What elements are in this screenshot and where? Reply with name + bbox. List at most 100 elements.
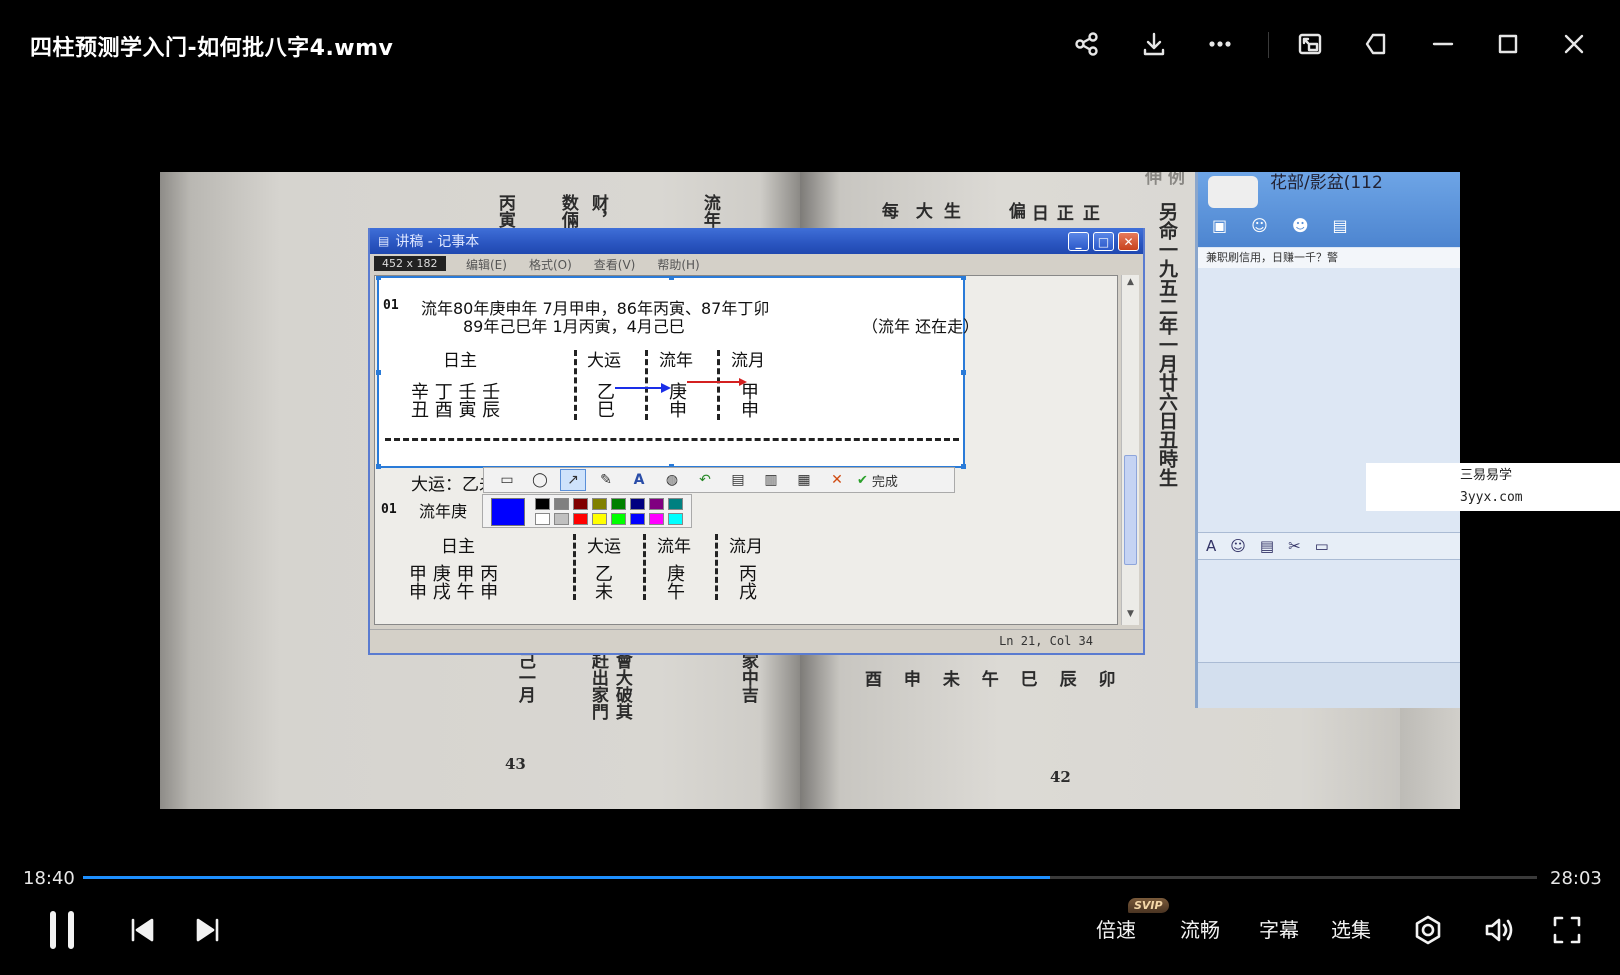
video-frame[interactable]: 丙寅 数倆 财， 流年 己一月 赶出家門 會大破其 家中吉 43 42 每 大 … [160,172,1460,809]
notepad-text-area[interactable]: 01 流年80年庚申年 7月甲申，86年丙寅、87年丁卯 89年己巳年 1月丙寅… [374,275,1118,625]
done-label: 完成 [871,474,898,490]
screenshot-icon[interactable]: ✂ [1288,537,1301,555]
pin-icon[interactable] [1356,24,1396,64]
menu-view[interactable]: 查看(V) [594,256,636,273]
subtitle-button[interactable]: 字幕 [1259,914,1299,943]
titlebar-divider [1268,32,1269,58]
text-tool-icon[interactable]: A [626,469,652,491]
line-index: 01 [381,502,397,517]
book-text: 数倆 [557,194,578,228]
color-swatch[interactable] [573,498,588,510]
book-text: 正 [1052,204,1073,221]
rectangle-tool-icon[interactable]: ▭ [494,469,520,491]
more-icon[interactable] [1200,24,1240,64]
fullscreen-button[interactable] [1547,908,1587,952]
color-swatch[interactable] [630,498,645,510]
menu-edit[interactable]: 编辑(E) [466,256,507,273]
menu-format[interactable]: 格式(O) [529,256,572,273]
maximize-icon[interactable] [1488,24,1528,64]
close-icon[interactable] [1554,24,1594,64]
progress-fill [83,876,1050,879]
record-icon[interactable]: ▭ [1315,537,1329,555]
undo-tool-icon[interactable]: ↶ [692,469,718,491]
done-button[interactable]: ✔ 完成 [857,471,898,490]
book-text: 丙寅 [494,194,515,228]
scroll-up-icon[interactable]: ▲ [1124,277,1137,291]
brush-tool-icon[interactable]: ✎ [593,469,619,491]
screenshot-selection[interactable]: 01 流年80年庚申年 7月甲申，86年丙寅、87年丁卯 89年己巳年 1月丙寅… [376,276,979,469]
site-watermark: 三易易学 3yyx.com [1366,463,1620,511]
liunian-branch: 午 [667,582,685,603]
notepad-minimize-button[interactable]: _ [1068,232,1089,251]
qq-header: 花部/影盆(112 ▣ ☺ ☻ ▤ [1198,172,1460,247]
color-swatch[interactable] [592,513,607,525]
liunian-branch: 申 [669,400,687,421]
color-swatch[interactable] [535,498,550,510]
watermark-line-1: 三易易学 [1460,468,1513,483]
image-icon[interactable]: ▤ [1260,537,1274,555]
branches-row: 申 戌 午 申 [409,582,499,603]
app-icon[interactable]: ▤ [1333,216,1348,235]
current-color-swatch [491,498,525,526]
notepad-close-button[interactable]: ✕ [1118,232,1139,251]
page-number: 43 [505,755,526,773]
scroll-down-icon[interactable]: ▼ [1124,609,1137,623]
color-swatch[interactable] [668,513,683,525]
speed-button[interactable]: 倍速 [1096,914,1136,943]
column-divider [574,350,577,420]
minimize-icon[interactable] [1423,24,1463,64]
emoji-icon[interactable]: ☺ [1230,537,1246,555]
contacts-icon[interactable]: ☺ [1251,216,1268,235]
copy-tool-icon[interactable]: ▥ [758,469,784,491]
cat-avatar [1208,176,1258,208]
save-tool-icon[interactable]: ▤ [725,469,751,491]
column-divider [573,534,576,600]
arrow-tool-icon[interactable]: ↗ [560,469,586,491]
liunian-line: 流年庚 [419,502,468,521]
book-text: 己一月 [514,652,535,703]
notepad-window[interactable]: ▤ 讲稿 - 记事本 _ □ ✕ 编辑(E) 格式(O) 查看(V) 帮助(H)… [368,228,1145,655]
scroll-thumb[interactable] [1124,455,1137,565]
color-swatch[interactable] [611,513,626,525]
progress-bar[interactable] [83,876,1537,879]
pip-icon[interactable] [1290,24,1330,64]
color-swatch[interactable] [535,513,550,525]
notepad-scrollbar[interactable]: ▲ ▼ [1121,275,1139,625]
color-swatch[interactable] [611,498,626,510]
mosaic-tool-icon[interactable]: ◍ [659,469,685,491]
notepad-maximize-button[interactable]: □ [1093,232,1114,251]
color-swatch[interactable] [592,498,607,510]
color-swatch[interactable] [573,513,588,525]
volume-button[interactable] [1479,908,1519,952]
color-swatch[interactable] [554,498,569,510]
color-swatch[interactable] [649,498,664,510]
ellipse-tool-icon[interactable]: ◯ [527,469,553,491]
color-swatch[interactable] [554,513,569,525]
book-text: 偏 [1004,202,1025,219]
menu-help[interactable]: 帮助(H) [657,256,699,273]
header-liunian: 流年 [659,351,693,371]
user-icon[interactable]: ☻ [1292,216,1309,235]
episodes-button[interactable]: 选集 [1331,914,1371,943]
line-index: 01 [383,298,399,313]
send-tool-icon[interactable]: ▦ [791,469,817,491]
color-swatch[interactable] [649,513,664,525]
cancel-tool-icon[interactable]: ✕ [824,469,850,491]
next-button[interactable] [190,908,226,952]
capture-size-badge: 452 x 182 [374,256,446,271]
settings-button[interactable] [1408,908,1448,952]
qq-bottom [1198,662,1460,708]
previous-button[interactable] [124,908,160,952]
download-icon[interactable] [1134,24,1174,64]
color-swatch[interactable] [630,513,645,525]
color-swatch[interactable] [668,498,683,510]
cursor-position: Ln 21, Col 34 [999,634,1093,648]
share-icon[interactable] [1067,24,1107,64]
quality-button[interactable]: 流畅 [1180,914,1220,943]
font-icon[interactable]: A [1206,537,1216,555]
pause-button[interactable] [44,908,80,952]
notepad-icon: ▤ [378,234,390,248]
folder-icon[interactable]: ▣ [1212,216,1227,235]
column-divider [643,534,646,600]
qq-chat-window[interactable]: 花部/影盆(112 ▣ ☺ ☻ ▤ 兼职刷信用，日赚一千？警 A ☺ ▤ ✂ ▭ [1195,172,1460,708]
